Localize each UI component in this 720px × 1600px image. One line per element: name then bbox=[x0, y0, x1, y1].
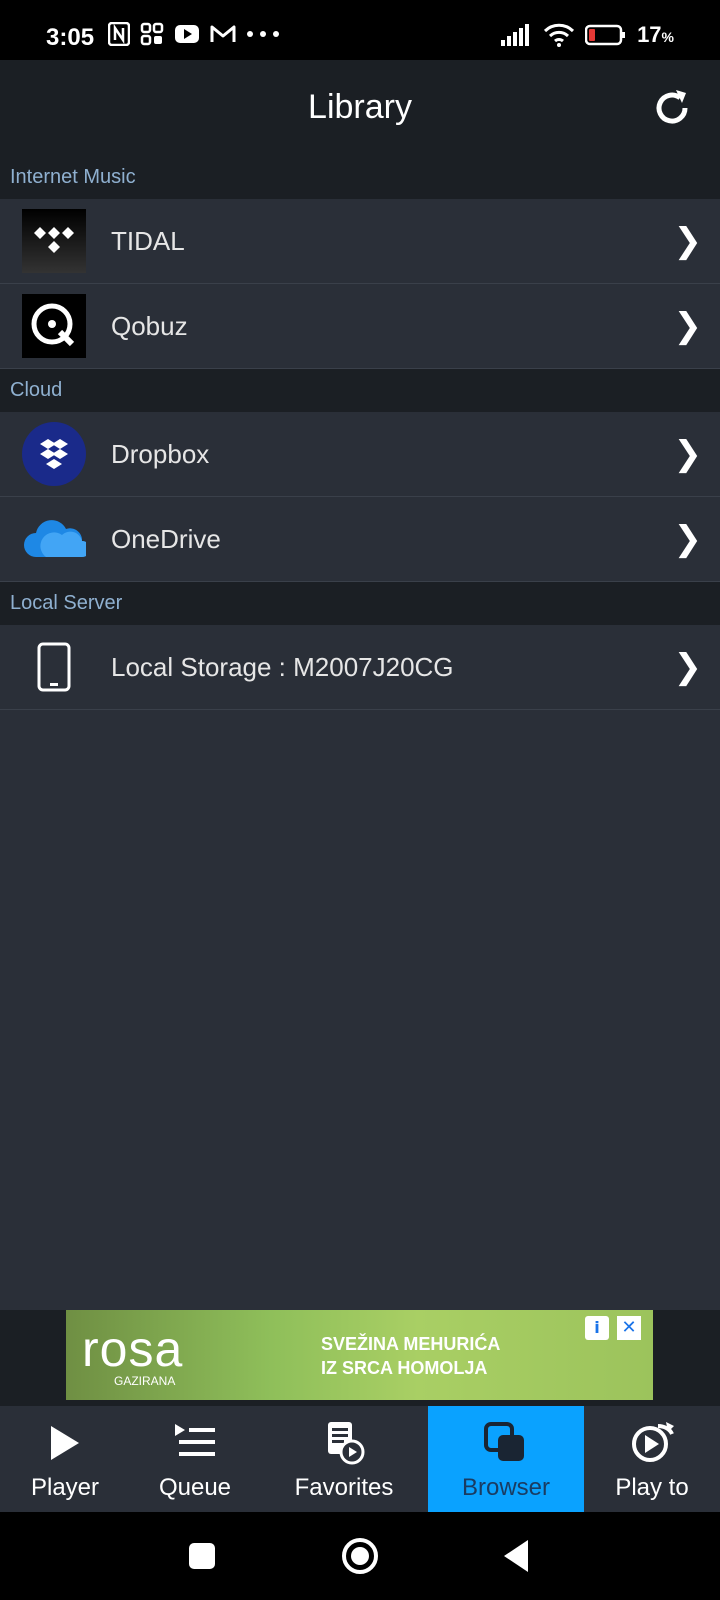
ad-brand: rosa bbox=[82, 1321, 184, 1377]
library-item-label: OneDrive bbox=[111, 524, 221, 554]
tab-label: Favorites bbox=[294, 1474, 394, 1501]
section-header-local-server: Local Server bbox=[0, 582, 720, 625]
tab-queue[interactable]: Queue bbox=[130, 1406, 260, 1512]
status-right: 17% bbox=[501, 22, 674, 48]
bottom-tab-bar: Player Queue Favorites Browser Play to bbox=[0, 1406, 720, 1512]
status-bar: 3:05 17% bbox=[0, 0, 720, 60]
library-item-qobuz[interactable]: Qobuz ❯ bbox=[0, 284, 720, 369]
library-list: Internet Music TIDAL ❯ Qobuz ❯ Cloud Dro… bbox=[0, 156, 720, 1310]
tab-label: Play to bbox=[615, 1474, 689, 1501]
back-icon[interactable] bbox=[496, 1534, 540, 1578]
system-nav-bar bbox=[0, 1512, 720, 1600]
chevron-right-icon: ❯ bbox=[673, 647, 703, 687]
battery-icon bbox=[585, 24, 626, 46]
scan-icon bbox=[140, 22, 164, 46]
library-item-dropbox[interactable]: Dropbox ❯ bbox=[0, 412, 720, 497]
tab-favorites[interactable]: Favorites bbox=[260, 1406, 428, 1512]
app-header: Library bbox=[0, 60, 720, 156]
chevron-right-icon: ❯ bbox=[673, 221, 703, 261]
ad-slogan-line2: IZ SRCA HOMOLJA bbox=[321, 1358, 488, 1378]
onedrive-icon bbox=[22, 507, 86, 571]
battery-percent: 17% bbox=[637, 22, 674, 47]
adchoices-icon[interactable]: i bbox=[585, 1316, 609, 1340]
tab-browser[interactable]: Browser bbox=[428, 1406, 584, 1512]
browser-icon bbox=[484, 1422, 524, 1461]
library-item-label: Local Storage : M2007J20CG bbox=[111, 652, 454, 682]
section-header-internet-music: Internet Music bbox=[0, 156, 720, 199]
library-item-local-storage[interactable]: Local Storage : M2007J20CG ❯ bbox=[0, 625, 720, 710]
tab-label: Player bbox=[30, 1474, 100, 1501]
ad-banner[interactable]: rosa GAZIRANA SVEŽINA MEHURIĆA IZ SRCA H… bbox=[66, 1310, 653, 1400]
library-item-label: Qobuz bbox=[111, 311, 188, 341]
library-item-label: TIDAL bbox=[111, 226, 185, 256]
section-header-cloud: Cloud bbox=[0, 369, 720, 412]
ad-slogan-line1: SVEŽINA MEHURIĆA bbox=[321, 1334, 501, 1354]
status-left-icons bbox=[108, 22, 280, 46]
tab-play-to[interactable]: Play to bbox=[584, 1406, 720, 1512]
chevron-right-icon: ❯ bbox=[673, 306, 703, 346]
recents-icon[interactable] bbox=[180, 1534, 224, 1578]
qobuz-icon bbox=[22, 294, 86, 358]
queue-icon bbox=[175, 1424, 215, 1456]
gmail-icon bbox=[210, 25, 236, 42]
refresh-icon[interactable] bbox=[648, 84, 696, 132]
wifi-icon bbox=[544, 23, 575, 47]
nfc-icon bbox=[108, 22, 130, 46]
page-title: Library bbox=[308, 88, 412, 126]
tab-player[interactable]: Player bbox=[0, 1406, 130, 1512]
library-item-label: Dropbox bbox=[111, 439, 210, 469]
home-icon[interactable] bbox=[338, 1534, 382, 1578]
play-icon bbox=[51, 1426, 79, 1460]
signal-icon bbox=[501, 24, 530, 46]
tidal-icon bbox=[22, 209, 86, 273]
ad-area: rosa GAZIRANA SVEŽINA MEHURIĆA IZ SRCA H… bbox=[0, 1310, 720, 1406]
dropbox-icon bbox=[22, 422, 86, 486]
ad-brand-sub: GAZIRANA bbox=[114, 1374, 176, 1388]
ad-close-button[interactable]: ✕ bbox=[617, 1316, 641, 1340]
tab-label: Browser bbox=[461, 1474, 551, 1501]
library-item-tidal[interactable]: TIDAL ❯ bbox=[0, 199, 720, 284]
favorites-icon bbox=[328, 1422, 365, 1465]
more-dots-icon bbox=[247, 31, 279, 37]
tab-label: Queue bbox=[158, 1474, 232, 1501]
status-time: 3:05 bbox=[46, 24, 95, 51]
youtube-icon bbox=[175, 25, 199, 43]
library-item-onedrive[interactable]: OneDrive ❯ bbox=[0, 497, 720, 582]
play-to-icon bbox=[632, 1422, 674, 1462]
chevron-right-icon: ❯ bbox=[673, 519, 703, 559]
chevron-right-icon: ❯ bbox=[673, 434, 703, 474]
phone-icon bbox=[22, 635, 86, 699]
